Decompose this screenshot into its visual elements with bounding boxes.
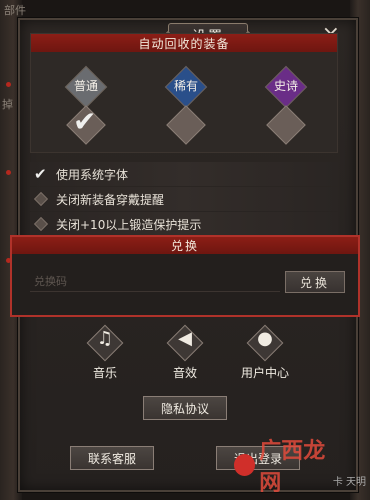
music-note-icon: ♫ [96,328,114,349]
redeem-code-input[interactable] [30,272,280,292]
check-icon: ✔ [73,105,97,138]
redeem-button[interactable]: 兑换 [285,271,345,293]
music-label: 音乐 [92,366,117,380]
redeem-header: 兑换 [12,237,358,254]
option-new-gear-reminder[interactable]: 关闭新装备穿戴提醒 [30,187,338,211]
music-button[interactable]: ♫ 音乐 [70,324,140,381]
background-red-dot [6,170,11,175]
user-center-button[interactable]: ● 用户中心 [230,324,300,381]
user-center-label: 用户中心 [240,366,289,380]
redeem-section: 兑换 兑换 [10,235,360,317]
watermark-text: 广西龙网 [259,439,326,496]
auto-recycle-header: 自动回收的装备 [31,34,337,52]
privacy-policy-button[interactable]: 隐私协议 [143,396,227,420]
settings-options: ✔ 使用系统字体 关闭新装备穿戴提醒 关闭+10以上锻造保护提示 [30,162,338,237]
background-red-dot [6,82,11,87]
auto-recycle-section: 自动回收的装备 普通 稀有 史诗 ✔ [30,33,338,153]
watermark: 广西龙网 [234,439,344,496]
sound-effects-button[interactable]: ◀ 音效 [150,324,220,381]
recycle-epic-checkbox[interactable] [266,105,306,145]
sound-effects-label: 音效 [172,366,197,380]
rarity-epic-label: 史诗 [273,79,298,93]
option-label: 使用系统字体 [56,167,129,182]
unchecked-diamond-icon [33,216,49,232]
user-icon: ● [257,328,273,349]
background-bottom-text: 卡 天明 [332,477,366,488]
check-icon: ✔ [34,165,47,183]
recycle-rare-checkbox[interactable] [166,105,206,145]
background-side-text: 掉 [2,98,13,111]
option-label: 关闭+10以上锻造保护提示 [56,217,202,232]
rarity-rare-label: 稀有 [173,79,198,93]
option-system-font[interactable]: ✔ 使用系统字体 [30,162,338,186]
background-corner-text: 部件 [4,4,26,17]
contact-support-button[interactable]: 联系客服 [70,446,154,470]
option-forge-protection[interactable]: 关闭+10以上锻造保护提示 [30,212,338,236]
watermark-logo-icon [234,454,256,476]
speaker-icon: ◀ [178,328,192,349]
unchecked-diamond-icon [33,191,49,207]
rarity-common-label: 普通 [73,79,98,93]
option-label: 关闭新装备穿戴提醒 [56,192,165,207]
